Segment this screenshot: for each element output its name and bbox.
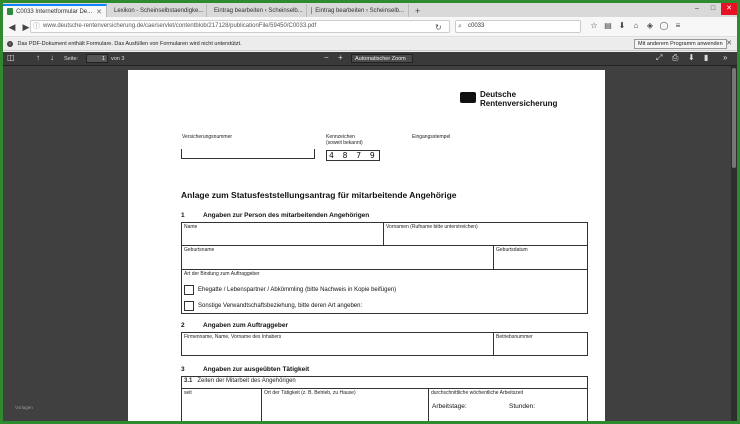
- pdf-viewer[interactable]: Vorlagen Deutsche Rentenversicherung Ver…: [3, 66, 737, 421]
- arbeitszeit-field: durchschnittliche wöchentliche Arbeitsze…: [431, 390, 536, 410]
- close-icon[interactable]: ✕: [96, 8, 102, 16]
- address-bar[interactable]: ⓘ www.deutsche-rentenversicherung.de/cae…: [30, 20, 450, 33]
- tab-eintrag-1[interactable]: Eintrag bearbeiten ‹ Scheinselb...: [207, 4, 307, 17]
- seit-field[interactable]: seit: [182, 389, 262, 421]
- tab-label: C0033 Internetformular De...: [16, 8, 93, 15]
- tab-label: Lexikon - Scheinselbstaendigke...: [114, 7, 204, 14]
- ehegatte-checkbox[interactable]: [184, 285, 194, 295]
- close-window-button[interactable]: ✕: [721, 3, 737, 15]
- open-with-button[interactable]: Mit anderem Programm anwenden: [634, 39, 727, 49]
- new-tab-button[interactable]: +: [409, 4, 426, 17]
- logo-line-2: Rentenversicherung: [480, 99, 558, 108]
- browser-window: C0033 Internetformular De... ✕ Lexikon -…: [3, 3, 737, 421]
- ort-field[interactable]: Ort der Tätigkeit (z. B. Betrieb, zu Hau…: [262, 389, 429, 421]
- firmenname-field[interactable]: Firmenname, Name, Vorname des Inhabers: [182, 333, 494, 355]
- scrollbar[interactable]: [731, 66, 737, 421]
- section-1-heading: 1 Angaben zur Person des mitarbeitenden A…: [181, 212, 370, 219]
- page-label: Seite:: [64, 56, 79, 62]
- bookmark-icon[interactable]: ▮: [704, 53, 708, 62]
- search-input[interactable]: ⌕ c0033: [455, 20, 581, 33]
- kennzeichen-sub: (soweit bekannt): [326, 140, 363, 146]
- tab-bar: C0033 Internetformular De... ✕ Lexikon -…: [3, 3, 737, 17]
- section-2-heading: 2 Angaben zum Auftraggeber: [181, 322, 288, 329]
- geburtsname-field[interactable]: Geburtsname: [182, 246, 494, 270]
- reading-list-icon[interactable]: ▤: [601, 21, 615, 30]
- home-icon[interactable]: ⌂: [629, 21, 643, 30]
- logo-line-1: Deutsche: [480, 90, 517, 99]
- viewer-hint: Vorlagen: [15, 405, 33, 410]
- section-2-form: Firmenname, Name, Vorname des Inhabers B…: [181, 332, 588, 356]
- toolbar-icons: ☆ ▤ ⬇ ⌂ ◈ ◯ ≡: [587, 21, 685, 30]
- tab-c0033[interactable]: C0033 Internetformular De... ✕: [3, 4, 107, 17]
- pdf-form-notification: i Das PDF-Dokument enthält Formulare. Da…: [3, 38, 737, 51]
- versicherungsnummer-field[interactable]: [181, 149, 315, 159]
- zoom-out-icon[interactable]: −: [324, 53, 329, 62]
- info-icon[interactable]: ⓘ: [33, 21, 40, 32]
- next-page-icon[interactable]: ↓: [50, 53, 54, 62]
- page-total: von 3: [111, 56, 125, 62]
- tab-label: Eintrag bearbeiten ‹ Scheinselb...: [214, 7, 303, 14]
- ehegatte-label: Ehegatte / Lebenspartner / Abkömmling (b…: [198, 287, 397, 293]
- vornamen-field[interactable]: Vornamen (Rufname bitte unterstreichen): [384, 223, 587, 246]
- drv-logo: Deutsche Rentenversicherung: [460, 90, 557, 108]
- page-number-input[interactable]: 1: [86, 54, 108, 63]
- search-icon: ⌕: [458, 23, 462, 30]
- bookmark-star-icon[interactable]: ☆: [587, 21, 601, 30]
- arbeitstage-label: Arbeitstage:: [432, 403, 467, 410]
- chat-icon[interactable]: ◯: [657, 21, 671, 30]
- menu-icon[interactable]: ≡: [671, 21, 685, 30]
- eingangsstempel-label: Eingangsstempel: [412, 134, 451, 140]
- section-3-form: 3.1 Zeiten der Mitarbeit des Angehörigen…: [181, 376, 588, 421]
- tab-lexikon[interactable]: Lexikon - Scheinselbstaendigke...: [107, 4, 207, 17]
- sidebar-toggle-icon[interactable]: ◫: [7, 53, 15, 62]
- shield-icon[interactable]: ◈: [643, 21, 657, 30]
- back-icon[interactable]: ◀: [6, 21, 18, 33]
- betriebsnummer-field[interactable]: Betriebsnummer: [494, 333, 587, 355]
- favicon-icon: [7, 8, 14, 15]
- scrollbar-thumb[interactable]: [732, 68, 736, 168]
- section-1-form: Name Vornamen (Rufname bitte unterstreic…: [181, 222, 588, 314]
- tab-label: Eintrag bearbeiten ‹ Scheinselb...: [315, 7, 404, 14]
- document-title: Anlage zum Statusfeststellungsantrag für…: [181, 190, 457, 200]
- previous-page-icon[interactable]: ↑: [36, 53, 40, 62]
- zoom-in-icon[interactable]: +: [338, 53, 343, 62]
- notification-text: Das PDF-Dokument enthält Formulare. Das …: [17, 41, 242, 47]
- search-value: c0033: [468, 23, 485, 29]
- reload-icon[interactable]: ↻: [435, 23, 442, 32]
- zoom-select[interactable]: Automatischer Zoom: [351, 54, 413, 63]
- tab-eintrag-2[interactable]: Eintrag bearbeiten ‹ Scheinselb...: [307, 4, 409, 17]
- stunden-label: Stunden:: [509, 403, 536, 410]
- geburtsdatum-field[interactable]: Geburtsdatum: [494, 246, 587, 270]
- drv-logo-mark: [460, 92, 476, 103]
- download-icon[interactable]: ⬇: [688, 53, 695, 62]
- navigation-bar: ◀ ▶ ⓘ www.deutsche-rentenversicherung.de…: [3, 17, 737, 37]
- fullscreen-icon[interactable]: ⤢: [656, 53, 662, 63]
- sonstige-label: Sonstige Verwandtschaftsbeziehung, bitte…: [198, 303, 363, 309]
- tools-menu-icon[interactable]: »: [723, 53, 727, 62]
- pdf-page: Deutsche Rentenversicherung Versicherung…: [128, 70, 605, 421]
- close-icon[interactable]: ✕: [726, 38, 732, 50]
- maximize-button[interactable]: □: [705, 3, 721, 15]
- sonstige-checkbox[interactable]: [184, 301, 194, 311]
- kennzeichen-field[interactable]: 4 8 7 9: [326, 150, 380, 161]
- name-field[interactable]: Name: [182, 223, 384, 246]
- versicherungsnummer-label: Versicherungsnummer: [182, 134, 233, 140]
- section-3-heading: 3 Angaben zur ausgeübten Tätigkeit: [181, 366, 310, 373]
- pocket-icon[interactable]: ⬇: [615, 21, 629, 30]
- url-text: www.deutsche-rentenversicherung.de/cae/s…: [43, 23, 317, 29]
- section-3-1-heading: 3.1 Zeiten der Mitarbeit des Angehörigen: [182, 377, 587, 389]
- pdf-toolbar: ◫ ↑ ↓ Seite: 1 von 3 − + Automatischer Z…: [3, 52, 737, 66]
- favicon-icon: [311, 7, 313, 14]
- window-controls: – □ ✕: [689, 3, 737, 15]
- print-icon[interactable]: ⎙: [672, 53, 678, 63]
- info-icon: i: [7, 40, 13, 47]
- minimize-button[interactable]: –: [689, 3, 705, 15]
